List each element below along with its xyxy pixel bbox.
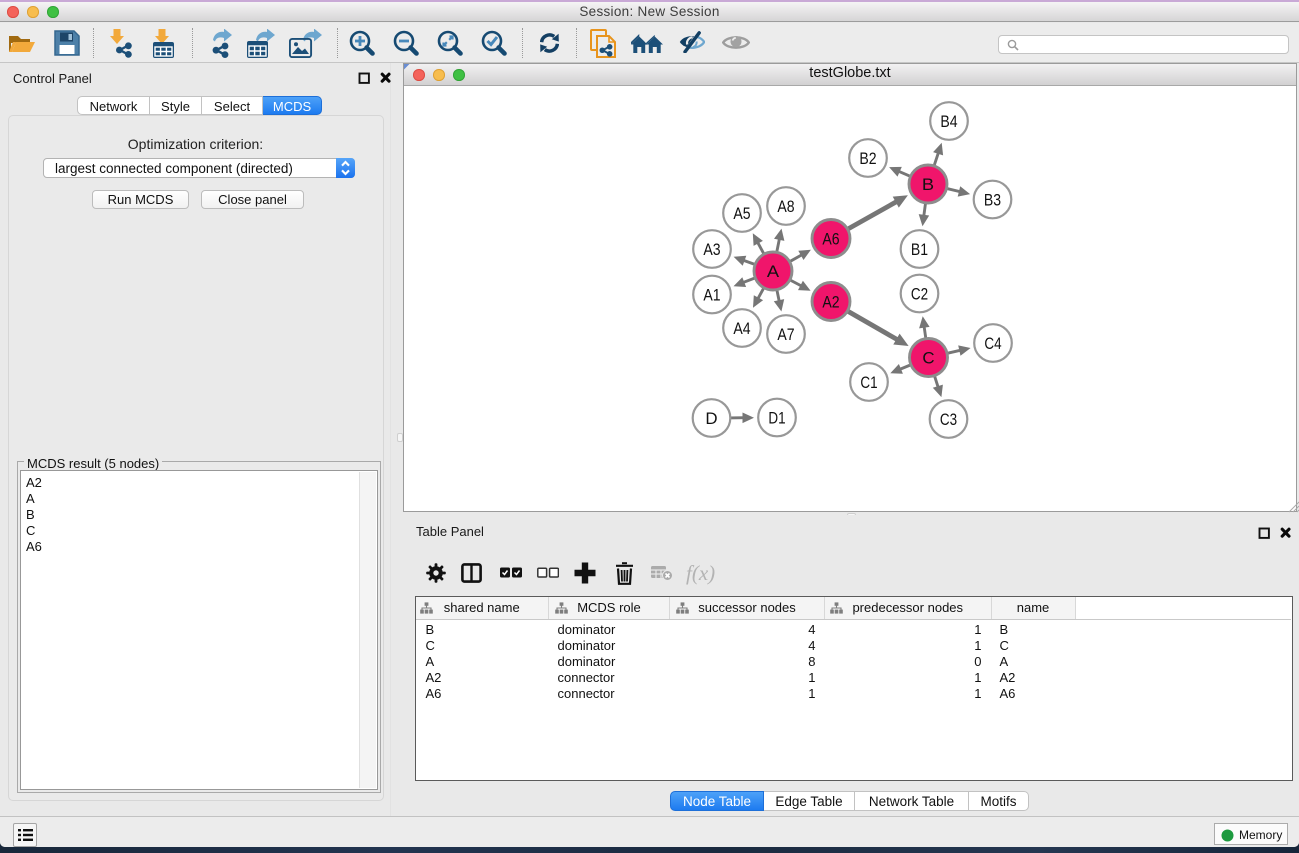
svg-text:A1: A1 — [703, 286, 720, 305]
svg-text:A4: A4 — [733, 319, 750, 338]
svg-text:A: A — [767, 262, 780, 281]
svg-text:C1: C1 — [860, 373, 877, 392]
svg-text:B: B — [922, 175, 934, 194]
svg-text:A6: A6 — [822, 230, 839, 249]
svg-text:B3: B3 — [984, 191, 1001, 210]
svg-text:C2: C2 — [911, 285, 928, 304]
svg-text:D1: D1 — [768, 409, 785, 428]
svg-text:D: D — [705, 409, 717, 428]
svg-text:B4: B4 — [940, 112, 957, 131]
svg-text:A5: A5 — [733, 204, 750, 223]
svg-text:C4: C4 — [984, 334, 1001, 353]
svg-text:A8: A8 — [777, 197, 794, 216]
svg-text:C: C — [922, 349, 934, 368]
svg-text:A7: A7 — [777, 325, 794, 344]
svg-text:A3: A3 — [703, 240, 720, 259]
svg-text:B1: B1 — [911, 240, 928, 259]
svg-text:B2: B2 — [859, 149, 876, 168]
svg-text:A2: A2 — [822, 293, 839, 312]
svg-text:C3: C3 — [940, 410, 957, 429]
